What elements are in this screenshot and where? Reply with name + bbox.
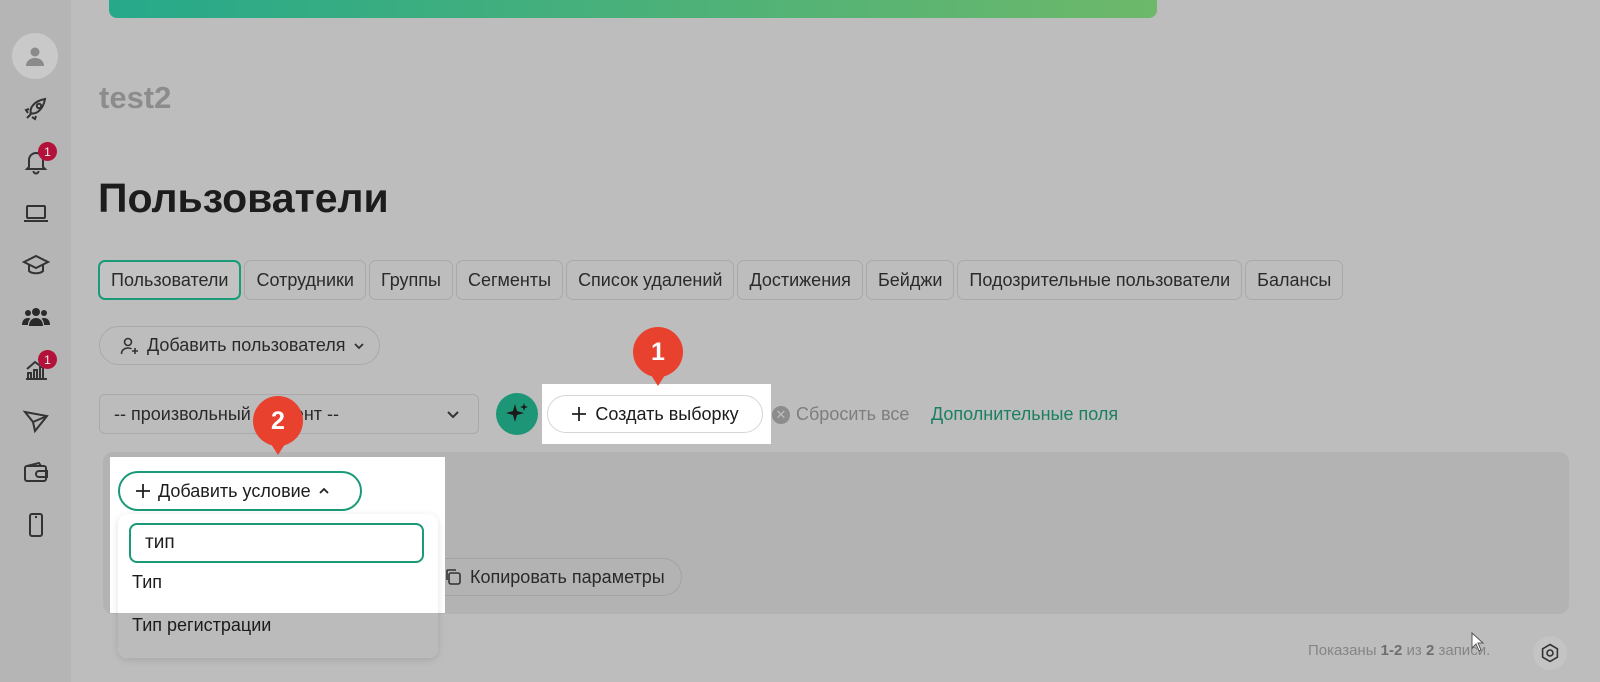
table-settings-button[interactable] xyxy=(1533,636,1567,670)
plus-icon xyxy=(136,484,150,498)
wallet-icon xyxy=(24,461,48,482)
sidebar-item-mobile[interactable] xyxy=(14,503,58,547)
plus-icon xyxy=(572,407,587,421)
sidebar-item-learning[interactable] xyxy=(14,243,58,287)
profile-avatar[interactable] xyxy=(12,33,58,79)
copy-params-button[interactable]: Копировать параметры xyxy=(425,558,682,596)
sidebar-item-messages[interactable] xyxy=(14,399,58,443)
dropdown-option-registration-type[interactable]: Тип регистрации xyxy=(132,615,271,636)
condition-dropdown: Тип Тип регистрации xyxy=(118,514,438,658)
pagination-of: из xyxy=(1406,642,1422,659)
chevron-down-icon xyxy=(353,342,364,349)
segment-select-value: -- произвольный сегмент -- xyxy=(114,403,339,424)
step-marker-2: 2 xyxy=(253,396,303,455)
rocket-icon xyxy=(24,97,47,121)
tab-suspicious-users[interactable]: Подозрительные пользователи xyxy=(957,260,1243,300)
mouse-cursor-icon xyxy=(1471,632,1485,652)
add-user-icon xyxy=(120,337,138,354)
tab-segments[interactable]: Сегменты xyxy=(455,260,564,300)
ai-assistant-button[interactable] xyxy=(496,393,538,435)
notification-badge: 1 xyxy=(38,142,57,161)
analytics-badge: 1 xyxy=(38,350,57,369)
reset-all-button[interactable]: ✕ Сбросить все xyxy=(772,404,909,425)
pagination-total: 2 xyxy=(1425,642,1435,659)
chevron-down-icon xyxy=(447,411,459,419)
page-title: Пользователи xyxy=(98,175,389,221)
sidebar-item-devices[interactable] xyxy=(14,191,58,235)
settings-icon xyxy=(1541,643,1559,663)
sparkle-icon xyxy=(506,403,528,422)
tab-achievements[interactable]: Достижения xyxy=(737,260,863,300)
sidebar-item-analytics[interactable]: 1 xyxy=(14,347,58,391)
copy-params-label: Копировать параметры xyxy=(470,566,665,587)
top-banner xyxy=(109,0,1157,18)
add-user-button[interactable]: Добавить пользователя xyxy=(99,326,380,365)
add-user-label: Добавить пользователя xyxy=(147,335,346,355)
add-condition-label: Добавить условие xyxy=(158,480,311,501)
create-selection-label: Создать выборку xyxy=(595,403,739,424)
tab-employees[interactable]: Сотрудники xyxy=(244,260,366,300)
pagination-prefix: Показаны xyxy=(1308,642,1377,659)
sidebar-item-wallet[interactable] xyxy=(14,451,58,495)
copy-icon xyxy=(446,569,461,585)
tab-badges[interactable]: Бейджи xyxy=(865,260,955,300)
sidebar-item-users[interactable] xyxy=(14,295,58,339)
sidebar-item-notifications[interactable]: 1 xyxy=(14,139,58,183)
sidebar-item-launch[interactable] xyxy=(14,87,58,131)
chevron-up-icon xyxy=(319,487,329,494)
pagination-info: Показаны 1-2 из 2 записи. xyxy=(1308,642,1490,659)
profile-icon xyxy=(26,47,44,66)
reset-all-label: Сбросить все xyxy=(796,404,910,424)
step-marker-1: 1 xyxy=(633,327,683,386)
tab-balances[interactable]: Балансы xyxy=(1245,260,1344,300)
dropdown-option-type[interactable]: Тип xyxy=(132,572,162,593)
org-title: test2 xyxy=(99,80,172,115)
condition-search-input[interactable] xyxy=(129,523,424,563)
extra-fields-link[interactable]: Дополнительные поля xyxy=(931,404,1118,425)
add-condition-button[interactable]: Добавить условие xyxy=(118,471,362,511)
sidebar: 1 1 xyxy=(0,0,71,682)
graduation-cap-icon xyxy=(22,254,50,275)
tab-users[interactable]: Пользователи xyxy=(98,260,242,300)
users-icon xyxy=(22,308,50,326)
phone-icon xyxy=(29,513,43,537)
tab-deletion-list[interactable]: Список удалений xyxy=(566,260,735,300)
close-circle-icon: ✕ xyxy=(772,405,790,424)
create-selection-button[interactable]: Создать выборку xyxy=(547,395,763,433)
laptop-icon xyxy=(24,205,48,222)
pagination-range: 1-2 xyxy=(1380,642,1403,659)
send-icon xyxy=(22,410,49,434)
tabs: Пользователи Сотрудники Группы Сегменты … xyxy=(98,260,1344,300)
tab-groups[interactable]: Группы xyxy=(368,260,453,300)
